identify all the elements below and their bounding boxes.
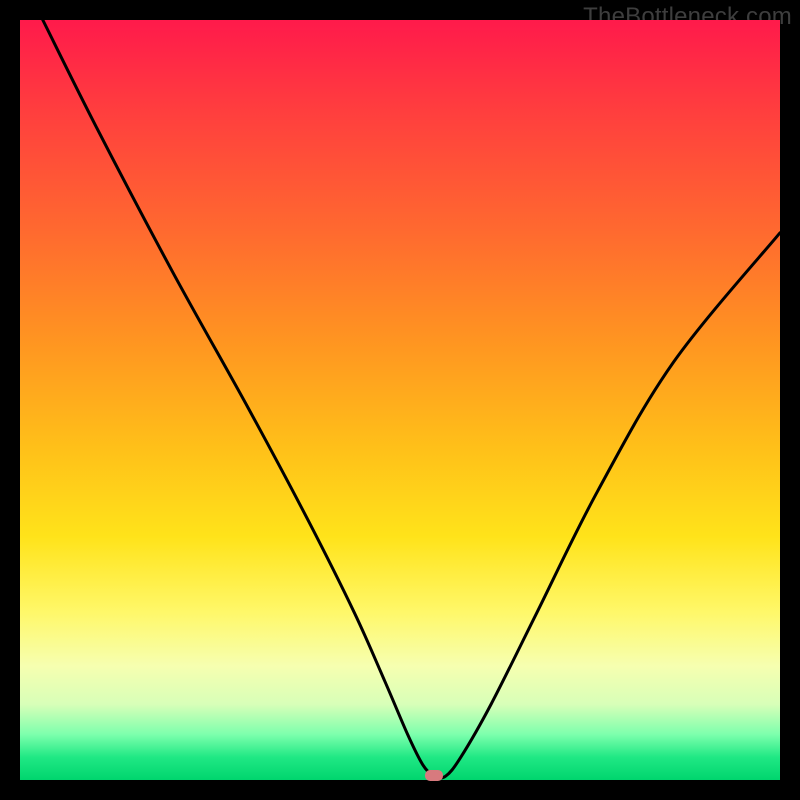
plot-area (20, 20, 780, 780)
bottleneck-curve (20, 20, 780, 780)
chart-frame: TheBottleneck.com (0, 0, 800, 800)
optimal-marker (425, 770, 443, 781)
